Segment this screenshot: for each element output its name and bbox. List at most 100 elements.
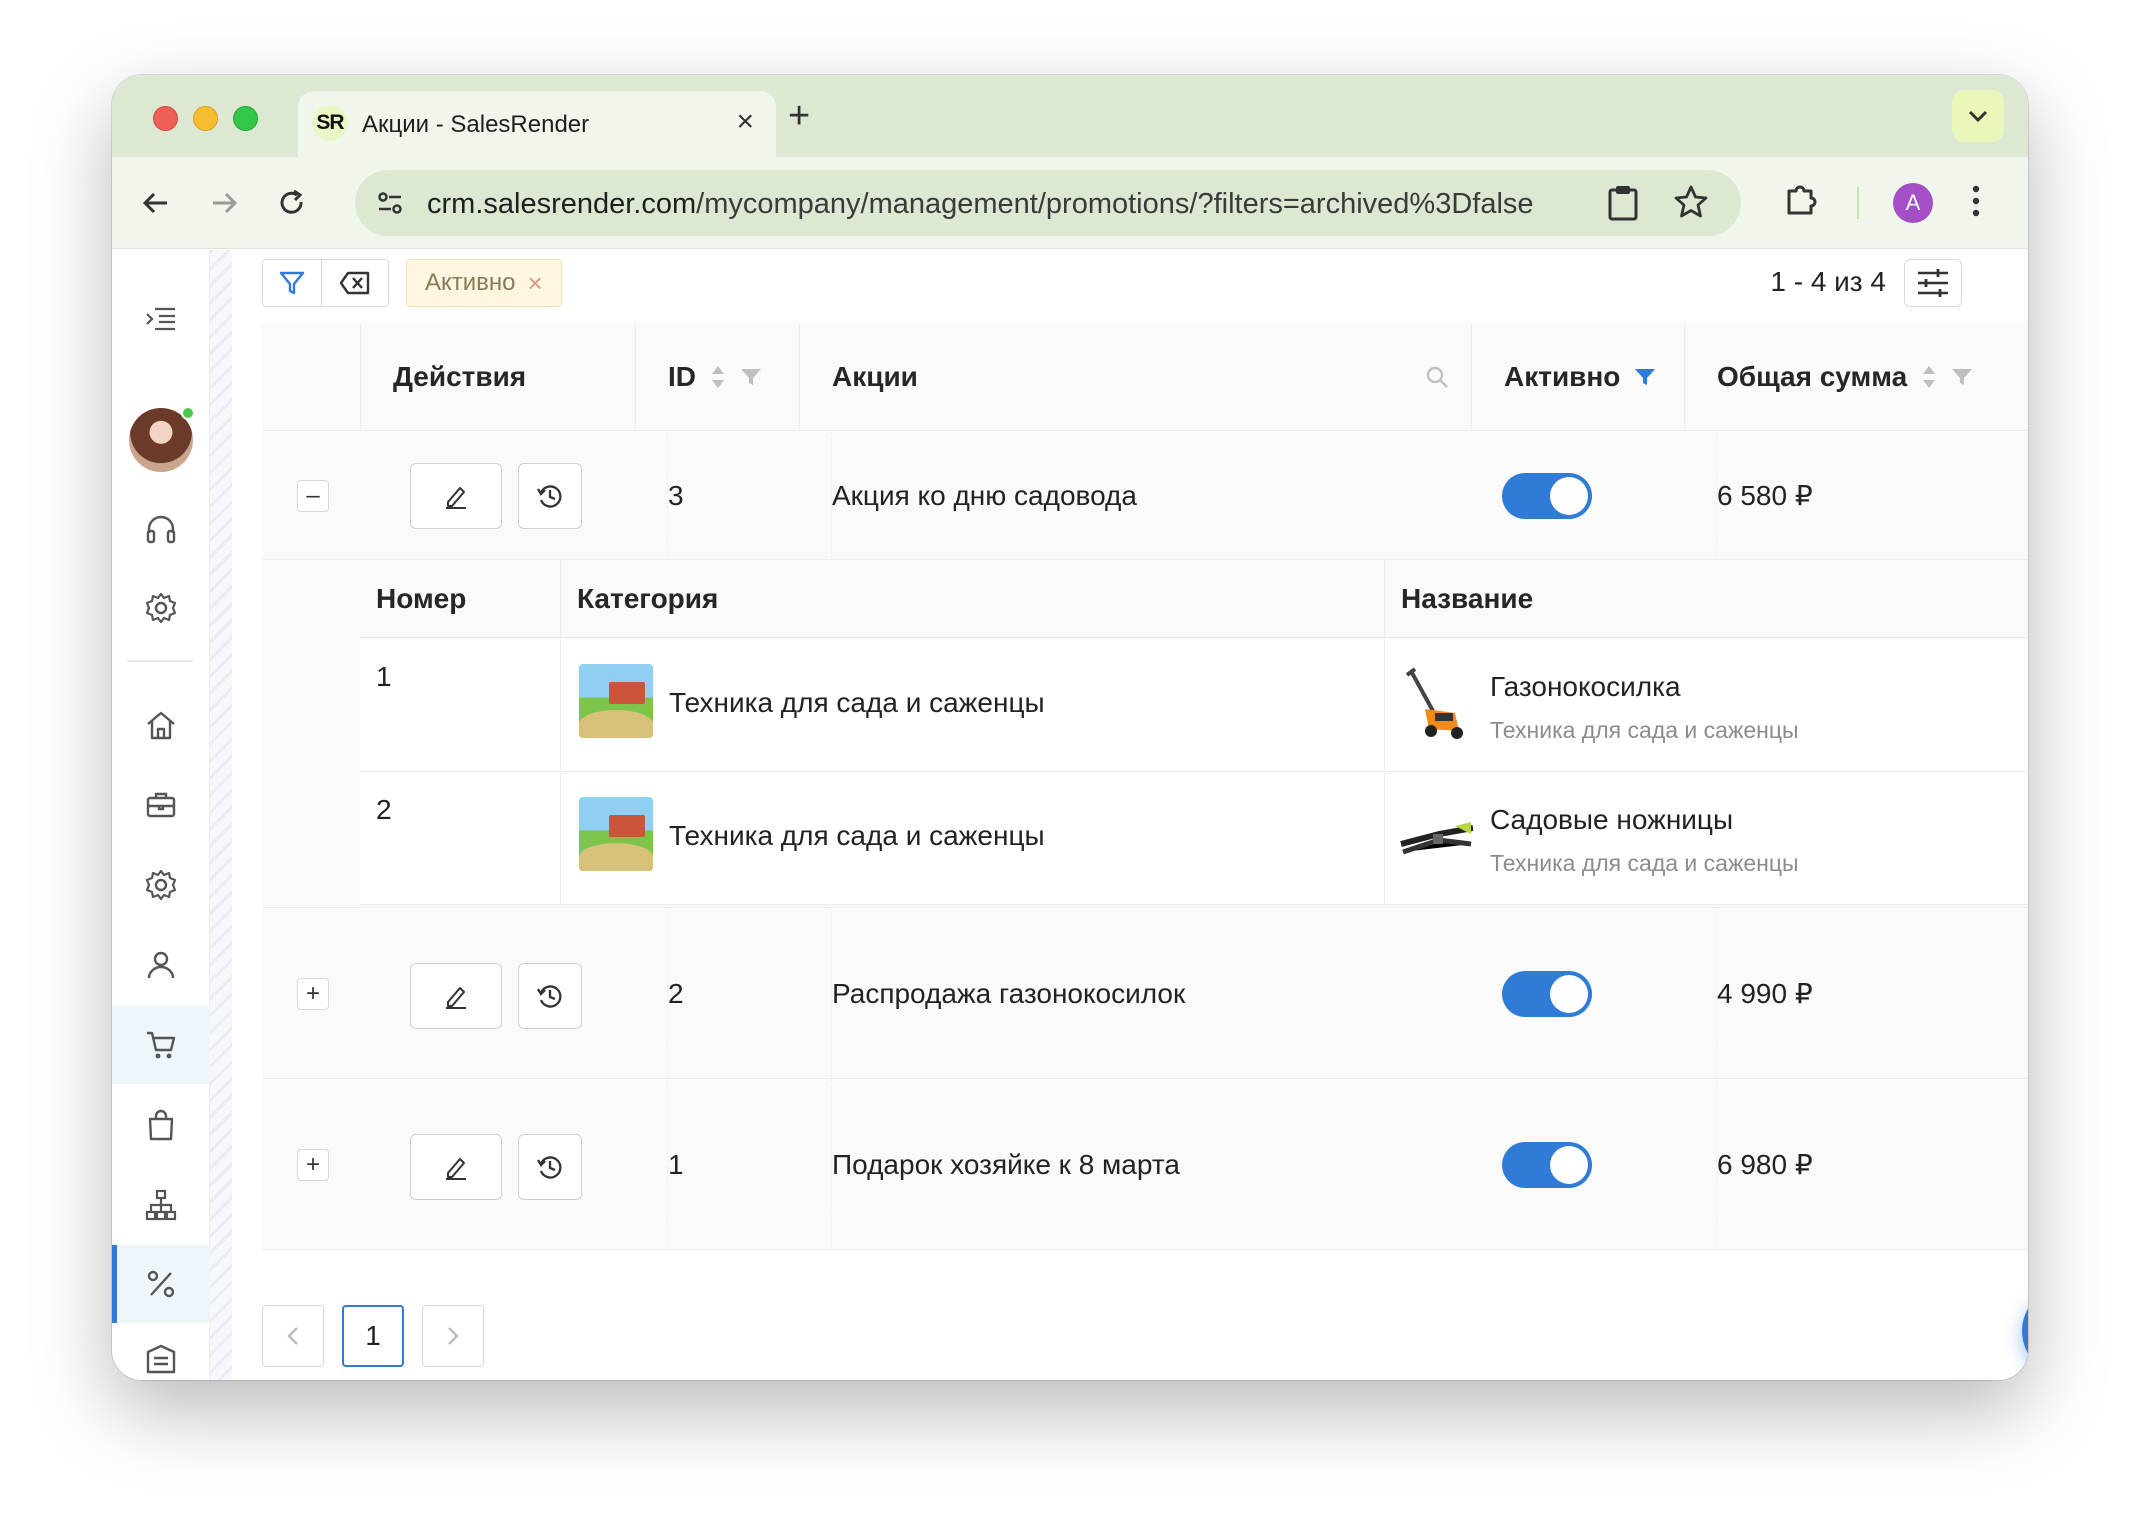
nav-settings[interactable]	[112, 846, 210, 924]
col-active-label: Активно	[1504, 361, 1621, 392]
col-total[interactable]: Общая сумма	[1684, 323, 2012, 431]
table-row: – 3 Акция ко дню садовода 6 580 ₽	[262, 432, 2028, 560]
product-name[interactable]: Газонокосилка	[1490, 671, 1681, 703]
active-toggle[interactable]	[1502, 1142, 1592, 1188]
col-active[interactable]: Активно	[1471, 323, 1684, 431]
lawnmower-thumbnail	[1405, 667, 1463, 739]
tab-search-button[interactable]	[1952, 90, 2004, 142]
briefcase-icon	[146, 792, 176, 818]
cell-promo-name[interactable]: Акция ко дню садовода	[831, 432, 1137, 559]
column-settings-button[interactable]	[1904, 259, 1962, 307]
prev-page-button[interactable]	[262, 1305, 324, 1367]
cell-total: 6 980 ₽	[1716, 1080, 1813, 1249]
nav-home[interactable]	[112, 686, 210, 764]
expand-row-button[interactable]: +	[297, 978, 329, 1010]
column-filter-icon[interactable]	[1951, 367, 1973, 387]
column-filter-active-icon[interactable]	[1634, 367, 1656, 387]
col-id-label: ID	[668, 361, 696, 392]
home-icon	[147, 711, 175, 740]
close-window-button[interactable]	[153, 106, 178, 131]
settings-button[interactable]	[112, 569, 210, 647]
forward-button[interactable]	[200, 179, 248, 227]
edit-button[interactable]	[410, 1134, 502, 1200]
history-icon	[537, 485, 562, 508]
nav-orders[interactable]	[112, 1006, 210, 1084]
address-bar[interactable]: crm.salesrender.com/mycompany/management…	[355, 170, 1741, 236]
extensions-icon[interactable]	[1781, 179, 1821, 224]
history-button[interactable]	[518, 463, 582, 529]
decorative-pattern	[210, 250, 232, 1380]
browser-tab[interactable]: SR Акции - SalesRender ×	[298, 91, 776, 157]
sort-icon[interactable]	[1921, 363, 1937, 391]
url-text[interactable]: crm.salesrender.com/mycompany/management…	[427, 188, 1534, 221]
minimize-window-button[interactable]	[193, 106, 218, 131]
cell-promo-name[interactable]: Распродажа газонокосилок	[831, 909, 1185, 1078]
site-info-icon[interactable]	[369, 182, 411, 224]
cell-promo-name[interactable]: Подарок хозяйке к 8 марта	[831, 1080, 1180, 1249]
support-button[interactable]	[112, 491, 210, 569]
reload-icon	[280, 189, 303, 214]
tab-close-icon[interactable]: ×	[736, 107, 754, 137]
reload-button[interactable]	[268, 179, 316, 227]
browser-menu-icon[interactable]	[1970, 181, 1982, 226]
main-content: Активно × 1 - 4 из 4 Действия ID Акции А…	[232, 250, 2028, 1380]
nav-projects[interactable]	[112, 766, 210, 844]
filter-chip-label: Активно	[425, 269, 516, 296]
nav-products[interactable]	[112, 1086, 210, 1164]
add-promotion-button[interactable]	[2022, 1286, 2028, 1376]
cell-id: 3	[667, 432, 684, 559]
history-button[interactable]	[518, 963, 582, 1029]
edit-icon	[446, 1158, 466, 1180]
arrow-right-icon	[213, 192, 238, 214]
active-toggle[interactable]	[1502, 971, 1592, 1017]
edit-icon	[446, 487, 466, 509]
search-icon[interactable]	[1425, 365, 1449, 389]
new-tab-button[interactable]: +	[788, 97, 810, 135]
back-button[interactable]	[132, 179, 180, 227]
nav-structure[interactable]	[112, 1166, 210, 1244]
chevron-right-icon	[448, 1327, 459, 1345]
subtable-row: 1 Техника для сада и саженцы Газонокосил…	[360, 639, 2028, 772]
nav-users[interactable]	[112, 926, 210, 1004]
user-avatar[interactable]	[129, 406, 195, 472]
next-page-button[interactable]	[422, 1305, 484, 1367]
cell-product: Газонокосилка Техника для сада и саженцы	[1384, 639, 2028, 772]
remove-filter-icon[interactable]: ×	[528, 268, 543, 299]
records-counter: 1 - 4 из 4	[1770, 266, 1886, 297]
clipboard-icon[interactable]	[1605, 184, 1641, 227]
history-icon	[537, 1156, 562, 1179]
cart-icon	[147, 1031, 176, 1059]
edit-button[interactable]	[410, 463, 502, 529]
page-button-current[interactable]: 1	[342, 1305, 404, 1367]
active-filter-chip[interactable]: Активно ×	[406, 259, 562, 307]
menu-toggle-button[interactable]	[112, 280, 210, 358]
sort-icon[interactable]	[710, 363, 726, 391]
cell-id: 1	[667, 1080, 684, 1249]
col-actions-label: Действия	[393, 361, 527, 392]
gear-icon	[145, 869, 177, 901]
expand-row-button[interactable]: +	[297, 1149, 329, 1181]
rail-divider	[127, 660, 193, 662]
app-page: Активно × 1 - 4 из 4 Действия ID Акции А…	[112, 250, 2028, 1380]
edit-button[interactable]	[410, 963, 502, 1029]
product-name[interactable]: Садовые ножницы	[1490, 804, 1733, 836]
history-button[interactable]	[518, 1134, 582, 1200]
building-icon	[146, 1344, 176, 1374]
table-row: + 1 Подарок хозяйке к 8 марта 6 980 ₽	[262, 1080, 2028, 1250]
cell-id: 2	[667, 909, 684, 1078]
nav-promotions[interactable]	[112, 1245, 210, 1323]
cell-total: 4 990 ₽	[1716, 909, 1813, 1078]
maximize-window-button[interactable]	[233, 106, 258, 131]
bookmark-star-icon[interactable]	[1673, 184, 1709, 225]
profile-avatar[interactable]: A	[1893, 183, 1933, 223]
clear-filters-button[interactable]	[321, 259, 389, 307]
nav-warehouse[interactable]	[112, 1328, 210, 1380]
history-icon	[537, 985, 562, 1008]
column-filter-icon[interactable]	[740, 367, 762, 387]
chevron-down-icon	[1968, 110, 1988, 123]
collapse-row-button[interactable]: –	[297, 480, 329, 512]
filter-button[interactable]	[262, 259, 322, 307]
col-id[interactable]: ID	[635, 323, 799, 431]
active-toggle[interactable]	[1502, 473, 1592, 519]
table-header: Действия ID Акции Активно Общая сумма	[262, 323, 2028, 431]
